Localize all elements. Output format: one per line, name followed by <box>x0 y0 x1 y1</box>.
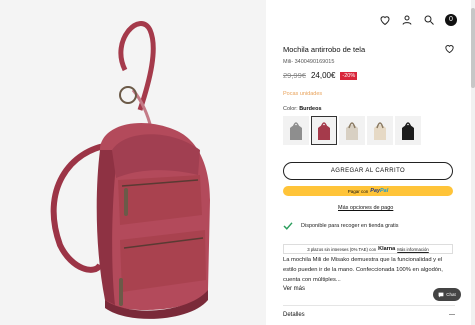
details-accordion[interactable]: Detalles — <box>283 312 455 318</box>
old-price: 29,99€ <box>283 71 306 80</box>
current-price: 24,00€ <box>310 71 336 80</box>
color-label-prefix: Color: <box>283 106 300 112</box>
scrollbar[interactable] <box>471 0 475 325</box>
product-image[interactable] <box>0 0 266 325</box>
favorite-heart-icon[interactable] <box>444 43 455 54</box>
product-reference: Mili- 3400490169015 <box>283 59 335 65</box>
color-label: Color: Burdeos <box>283 106 322 112</box>
klarna-text: 3 plazos sin intereses (0% TAE) con <box>307 246 377 252</box>
backpack-thumb-icon <box>346 121 358 140</box>
discount-badge: -20% <box>340 71 358 80</box>
shopping-bag-icon[interactable]: 0 <box>445 14 457 26</box>
scrollbar-thumb[interactable] <box>471 8 475 88</box>
add-to-cart-button[interactable]: AGREGAR AL CARRITO <box>283 162 453 180</box>
paypal-logo-pay: Pay <box>370 188 381 194</box>
color-value: Burdeos <box>299 106 322 112</box>
header-icons: 0 <box>379 14 457 26</box>
chat-bubble-icon <box>438 292 444 297</box>
paypal-button[interactable]: Pagar con PayPal <box>283 186 453 196</box>
store-pickup-info: Disponible para recoger en tienda gratis <box>283 222 399 230</box>
heart-icon[interactable] <box>379 14 391 26</box>
paypal-logo-pal: Pal <box>380 188 389 194</box>
color-swatches <box>283 116 421 145</box>
stock-status: Pocas unidades <box>283 91 323 97</box>
swatch-burdeos[interactable] <box>311 116 337 145</box>
product-title: Mochila antirrobo de tela <box>283 45 366 54</box>
divider <box>283 305 455 306</box>
klarna-more-info-link[interactable]: Más información <box>397 247 429 252</box>
swatch-crudo[interactable] <box>367 116 393 145</box>
paypal-prefix: Pagar con <box>347 188 369 194</box>
collapse-icon: — <box>449 312 455 318</box>
user-icon[interactable] <box>401 14 413 26</box>
search-icon[interactable] <box>423 14 435 26</box>
product-info-panel: 0 Mochila antirrobo de tela Mili- 340049… <box>266 0 475 325</box>
chat-button[interactable]: Chat <box>433 288 461 301</box>
backpack-illustration <box>0 0 266 325</box>
klarna-banner: 3 plazos sin intereses (0% TAE) con Klar… <box>283 244 453 254</box>
paypal-logo: PayPal <box>370 188 388 194</box>
check-icon <box>283 222 293 230</box>
swatch-beige[interactable] <box>339 116 365 145</box>
backpack-thumb-icon <box>402 121 414 140</box>
chat-label: Chat <box>446 292 456 297</box>
swatch-gris[interactable] <box>283 116 309 145</box>
price-row: 29,99€ 24,00€ -20% <box>283 71 358 80</box>
see-more-link[interactable]: Ver más <box>283 286 305 292</box>
product-description: La mochila Mili de Misako demuestra que … <box>283 257 443 283</box>
pickup-text: Disponible para recoger en tienda gratis <box>301 223 399 229</box>
backpack-thumb-icon <box>318 121 330 140</box>
details-label: Detalles <box>283 312 305 318</box>
klarna-logo: Klarna <box>378 246 396 252</box>
more-payment-options-link[interactable]: Más opciones de pago <box>338 205 393 211</box>
backpack-thumb-icon <box>290 121 302 140</box>
swatch-negro[interactable] <box>395 116 421 145</box>
backpack-thumb-icon <box>374 121 386 140</box>
